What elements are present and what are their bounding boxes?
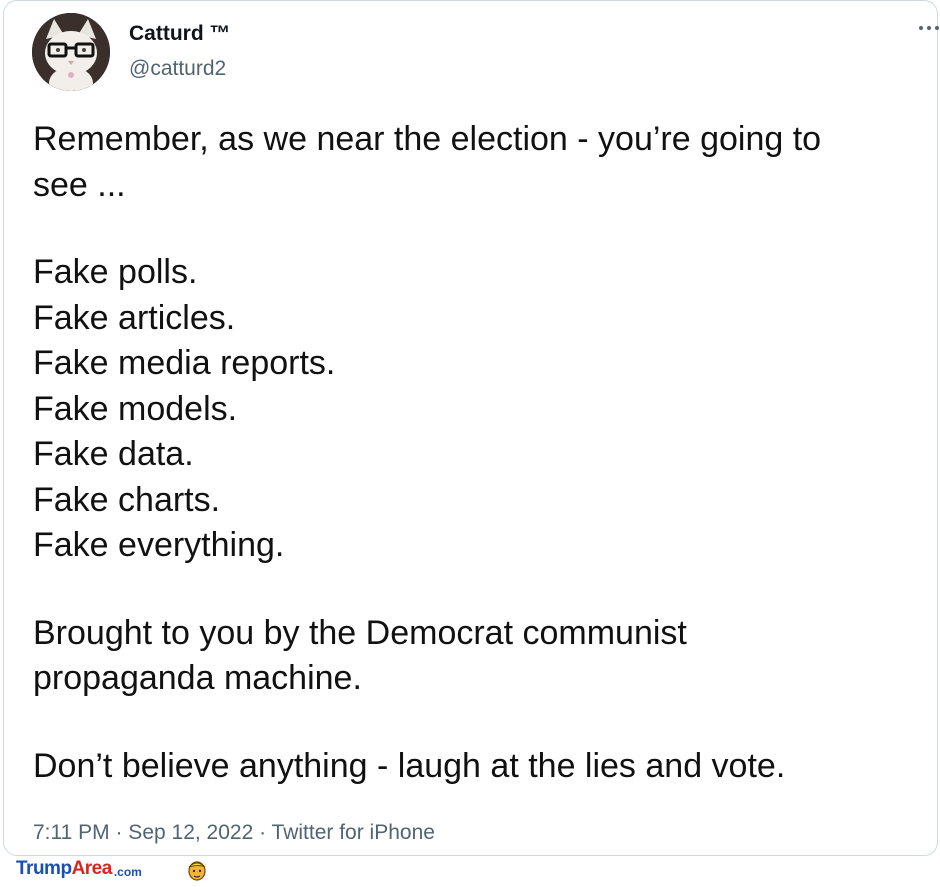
user-handle[interactable]: @catturd2 xyxy=(129,57,226,81)
text-line: Fake media reports. xyxy=(33,344,336,382)
text-line: Fake articles. xyxy=(33,298,236,337)
text-line: Fake models. xyxy=(33,389,238,428)
watermark-com: .com xyxy=(113,864,142,879)
text-line: Brought to you by the Democrat communist xyxy=(33,613,687,652)
text-line: Fake data. xyxy=(33,435,194,473)
text-line: Fake charts. xyxy=(33,480,221,519)
more-options-icon[interactable] xyxy=(918,23,940,33)
site-watermark: Trump Area .com xyxy=(16,858,206,881)
trump-face-icon xyxy=(186,858,208,882)
watermark-area: Area xyxy=(71,858,113,879)
display-name[interactable]: Catturd ™ xyxy=(129,22,231,46)
cat-with-glasses-avatar[interactable] xyxy=(32,13,110,91)
text-line: propaganda machine. xyxy=(33,659,362,697)
tweet-text: Remember, as we near the election - you’… xyxy=(33,117,913,789)
watermark-trump: Trump xyxy=(16,858,72,879)
text-line: Fake polls. xyxy=(33,253,198,291)
text-line: see ... xyxy=(33,165,126,204)
text-line: Fake everything. xyxy=(33,526,285,564)
text-line: Remember, as we near the election - you’… xyxy=(33,120,822,158)
text-line: Don’t believe anything - laugh at the li… xyxy=(33,746,786,785)
tweet-card: Catturd ™ @catturd2 Remember, as we near… xyxy=(3,0,940,856)
tweet-timestamp[interactable]: 7:11 PM · Sep 12, 2022 · Twitter for iPh… xyxy=(33,821,435,845)
